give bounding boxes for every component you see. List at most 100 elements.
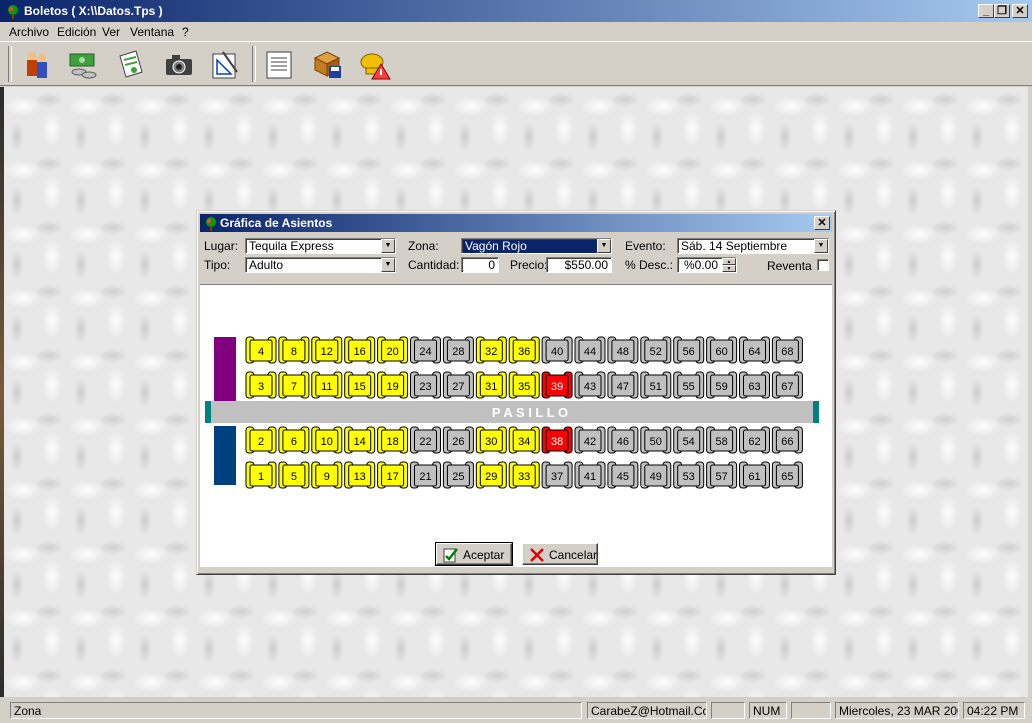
seat-number: 49	[650, 471, 662, 483]
zona-value: Vagón Rojo	[465, 239, 527, 253]
seat-number: 19	[386, 381, 398, 393]
toolbar	[0, 41, 1032, 86]
close-button[interactable]: ✕	[1012, 4, 1028, 18]
seat-number: 15	[354, 381, 366, 393]
evento-select[interactable]: Sáb. 14 Septiembre ▼	[677, 238, 829, 254]
seat-number: 25	[452, 471, 464, 483]
menu-ver[interactable]: Ver	[102, 25, 120, 39]
people-icon[interactable]	[20, 48, 54, 82]
tipo-value: Adulto	[249, 258, 284, 272]
seat-number: 20	[386, 346, 398, 358]
seat-number: 55	[683, 381, 695, 393]
seat-number: 9	[324, 471, 330, 483]
toolbar-separator	[252, 46, 256, 82]
cancel-x-icon	[530, 548, 544, 562]
dialog-close-button[interactable]: ✕	[814, 216, 830, 230]
seat-number: 62	[748, 436, 760, 448]
zona-label: Zona:	[408, 239, 439, 253]
precio-input[interactable]: $550.00	[546, 257, 612, 273]
reventa-checkbox[interactable]	[817, 259, 829, 271]
seat-number: 36	[518, 346, 530, 358]
design-tools-icon[interactable]	[209, 48, 243, 82]
seat-map: P A S I L L O4 8 12 16 20 24 28 32 36 40 44 48 52 56 6…	[205, 336, 819, 489]
seat-number: 45	[617, 471, 629, 483]
seat-number: 14	[354, 436, 366, 448]
zona-dropdown-icon[interactable]: ▼	[597, 239, 611, 253]
aisle-label: P A S I L L O	[492, 405, 568, 420]
seat-number: 42	[584, 436, 596, 448]
descuento-up-icon[interactable]: ▲	[722, 258, 736, 265]
checkmark-icon	[443, 548, 458, 563]
lugar-select[interactable]: Tequila Express ▼	[245, 238, 396, 254]
menu-help[interactable]: ?	[182, 25, 189, 39]
seat-number: 11	[321, 381, 332, 393]
document-stamp-icon[interactable]	[114, 48, 148, 82]
restore-button[interactable]: ❐	[994, 4, 1010, 18]
seat-number: 66	[781, 436, 793, 448]
seat-number: 37	[551, 471, 563, 483]
seat-number: 18	[386, 436, 398, 448]
seat-number: 63	[748, 381, 760, 393]
seat-number: 6	[291, 436, 297, 448]
seat-number: 1	[258, 471, 264, 483]
seat-number: 34	[518, 436, 530, 448]
seat-number: 4	[258, 346, 264, 358]
seat-number: 38	[551, 436, 563, 448]
box-disk-icon[interactable]	[311, 48, 345, 82]
cantidad-input[interactable]: 0	[461, 257, 499, 273]
tipo-dropdown-icon[interactable]: ▼	[381, 258, 395, 272]
toolbar-grip[interactable]	[8, 46, 12, 82]
precio-label: Precio:	[510, 258, 548, 272]
evento-dropdown-icon[interactable]: ▼	[814, 239, 828, 253]
seat-number: 10	[321, 436, 333, 448]
status-time: 04:22 PM	[963, 702, 1025, 719]
seat-number: 13	[354, 471, 366, 483]
seat-number: 50	[650, 436, 662, 448]
seat-number: 8	[291, 346, 297, 358]
list-document-icon[interactable]	[262, 48, 296, 82]
aceptar-label: Aceptar	[463, 548, 505, 562]
seat-number: 43	[584, 381, 596, 393]
zona-select[interactable]: Vagón Rojo ▼	[461, 238, 612, 254]
seat-number: 67	[781, 381, 793, 393]
seat-number: 2	[258, 436, 264, 448]
dialog-title-bar[interactable]: Gráfica de Asientos ✕	[200, 214, 832, 232]
menu-ventana[interactable]: Ventana	[130, 25, 174, 39]
evento-value: Sáb. 14 Septiembre	[681, 239, 788, 253]
descuento-input[interactable]: %0.00 ▲ ▼	[677, 257, 737, 273]
minimize-button[interactable]: _	[978, 4, 994, 18]
cancelar-button[interactable]: Cancelar	[522, 543, 598, 565]
app-logo-icon	[8, 5, 18, 19]
money-icon[interactable]	[67, 48, 101, 82]
menu-edicion[interactable]: Edición	[57, 25, 96, 39]
dialog-title: Gráfica de Asientos	[220, 216, 333, 230]
seat-number: 40	[551, 346, 563, 358]
seat-number: 24	[419, 346, 431, 358]
tipo-label: Tipo:	[204, 258, 231, 272]
seat-number: 21	[419, 471, 431, 483]
descuento-down-icon[interactable]: ▼	[722, 265, 736, 272]
seat-number: 44	[584, 346, 596, 358]
seat-number: 35	[518, 381, 530, 393]
seat-number: 51	[650, 381, 662, 393]
user-alert-icon[interactable]	[358, 48, 392, 82]
seat-chart-dialog: Gráfica de Asientos ✕ Lugar: Tequila Exp…	[196, 210, 836, 575]
cancelar-label: Cancelar	[549, 548, 598, 562]
tipo-select[interactable]: Adulto ▼	[245, 257, 396, 273]
seat-number: 54	[683, 436, 695, 448]
seat-number: 22	[419, 436, 431, 448]
status-zone: Zona	[10, 702, 582, 719]
seat-number: 7	[291, 381, 297, 393]
cantidad-label: Cantidad:	[408, 258, 460, 272]
lugar-dropdown-icon[interactable]: ▼	[381, 239, 395, 253]
seat-number: 64	[748, 346, 760, 358]
menu-archivo[interactable]: Archivo	[9, 25, 49, 39]
descuento-label: % Desc.:	[625, 258, 674, 272]
seat-number: 61	[748, 471, 760, 483]
camera-icon[interactable]	[162, 48, 196, 82]
status-email: CarabeZ@Hotmail.Com	[587, 702, 707, 719]
seat-number: 58	[715, 436, 727, 448]
aceptar-button[interactable]: Aceptar	[435, 542, 513, 566]
seat-number: 48	[617, 346, 629, 358]
app-title: Boletos ( X:\\Datos.Tps )	[24, 4, 163, 18]
